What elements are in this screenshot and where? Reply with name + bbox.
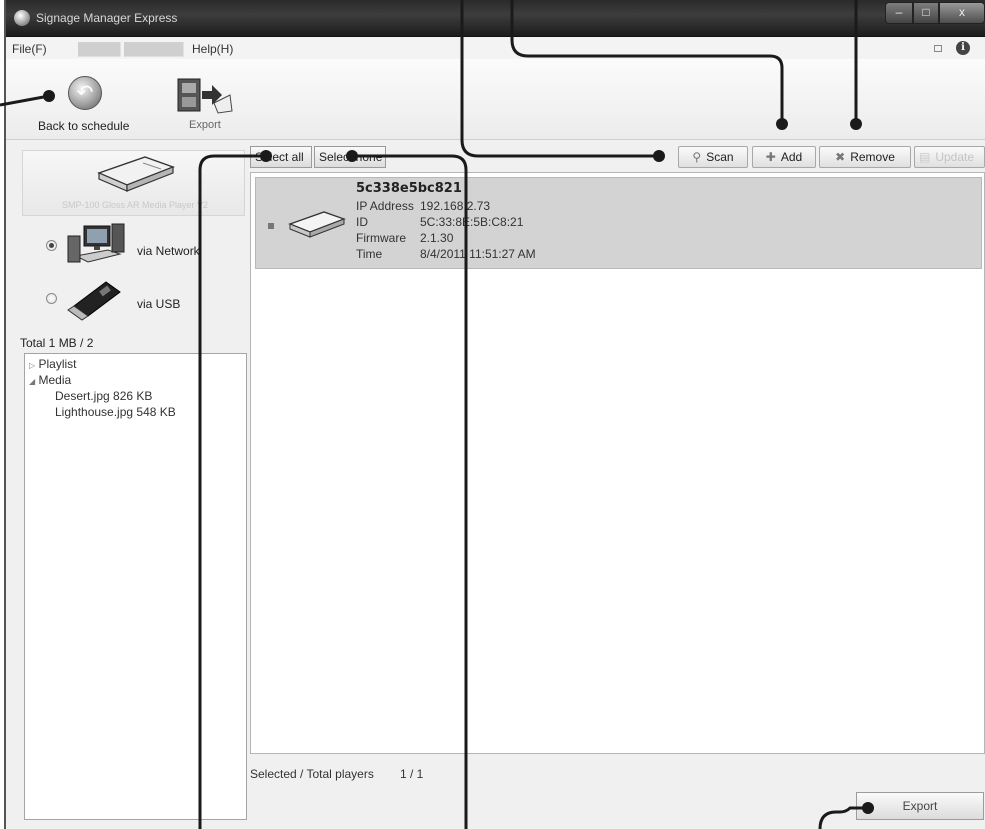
remove-icon: ✖ xyxy=(835,150,846,164)
players-count-label: Selected / Total players xyxy=(250,767,374,781)
player-row[interactable]: 5c338e5bc821 IP Address 192.168.2.73 ID … xyxy=(255,177,982,269)
right-panel: Select all Select none ⚲ Scan ✚ Add ✖ Remov… xyxy=(250,146,985,822)
player-model-label: SMP-100 Gloss AR Media Player V2 xyxy=(61,200,209,210)
app-logo-icon xyxy=(14,10,30,26)
player-name: 5c338e5bc821 xyxy=(356,181,462,196)
collapse-arrow-icon[interactable]: ◢ xyxy=(29,377,35,386)
select-none-button[interactable]: Select none xyxy=(314,146,386,168)
id-label: ID xyxy=(356,215,368,229)
usb-drive-icon xyxy=(67,281,121,321)
firmware-value: 2.1.30 xyxy=(420,231,454,245)
back-to-schedule-label[interactable]: Back to schedule xyxy=(38,119,129,133)
menu-hidden-1: █████ xyxy=(78,42,121,56)
menu-bar: File(F) █████ ███████ Help(H) i xyxy=(6,37,985,59)
maximize-button[interactable]: □ xyxy=(913,2,939,24)
window-title: Signage Manager Express xyxy=(36,11,178,25)
info-icon[interactable]: i xyxy=(956,41,970,55)
via-usb-label[interactable]: via USB xyxy=(137,297,180,311)
player-model-card[interactable]: SMP-100 Gloss AR Media Player V2 xyxy=(22,150,245,216)
via-usb-radio[interactable] xyxy=(46,293,57,304)
network-computer-icon xyxy=(67,223,125,263)
left-panel: SMP-100 Gloss AR Media Player V2 via Net… xyxy=(20,146,247,822)
ip-address-value: 192.168.2.73 xyxy=(420,199,491,213)
select-all-button[interactable]: Select all xyxy=(250,146,312,168)
ribbon: ↶ Back to schedule Export xyxy=(6,59,985,140)
status-indicator xyxy=(268,223,274,229)
tree-item-playlist[interactable]: ▷ Playlist xyxy=(29,357,77,371)
firmware-label: Firmware xyxy=(356,231,406,245)
tree-file[interactable]: Lighthouse.jpg 548 KB xyxy=(55,405,176,419)
update-button[interactable]: ▤ Update xyxy=(914,146,985,168)
media-player-icon xyxy=(97,156,175,192)
tree-item-media[interactable]: ◢ Media xyxy=(29,373,71,387)
app-window: Signage Manager Express – □ x File(F) ██… xyxy=(4,0,985,829)
via-network-radio[interactable] xyxy=(46,240,57,251)
content-tree[interactable]: ▷ Playlist ◢ Media Desert.jpg 826 KB Lig… xyxy=(24,353,247,820)
time-value: 8/4/2011 11:51:27 AM xyxy=(420,247,536,261)
search-icon: ⚲ xyxy=(692,150,702,164)
player-list[interactable]: 5c338e5bc821 IP Address 192.168.2.73 ID … xyxy=(250,172,985,754)
add-button[interactable]: ✚ Add xyxy=(752,146,816,168)
media-player-icon xyxy=(288,211,346,238)
export-ribbon-label[interactable]: Export xyxy=(189,119,221,131)
tree-file[interactable]: Desert.jpg 826 KB xyxy=(55,389,152,403)
export-button[interactable]: Export xyxy=(856,792,984,820)
close-button[interactable]: x xyxy=(939,2,985,24)
minimize-button[interactable]: – xyxy=(885,2,913,24)
title-bar[interactable]: Signage Manager Express – □ x xyxy=(6,0,985,37)
id-value: 5C:33:8E:5B:C8:21 xyxy=(420,215,524,229)
via-network-label[interactable]: via Network xyxy=(137,244,200,258)
total-size-label: Total 1 MB / 2 xyxy=(20,336,94,350)
back-arrow-icon[interactable]: ↶ xyxy=(68,76,102,110)
menu-file[interactable]: File(F) xyxy=(12,42,47,56)
remove-button[interactable]: ✖ Remove xyxy=(819,146,911,168)
ip-address-label: IP Address xyxy=(356,199,414,213)
menu-hidden-2: ███████ xyxy=(124,42,184,56)
update-icon: ▤ xyxy=(919,150,931,164)
export-icon[interactable] xyxy=(174,73,234,115)
players-count-value: 1 / 1 xyxy=(400,767,424,781)
radio-selected-dot xyxy=(49,243,54,248)
scan-button[interactable]: ⚲ Scan xyxy=(678,146,748,168)
time-label: Time xyxy=(356,247,383,261)
expand-arrow-icon[interactable]: ▷ xyxy=(29,361,35,370)
menu-help[interactable]: Help(H) xyxy=(192,42,233,56)
restore-ribbon-icon[interactable] xyxy=(934,45,942,52)
add-icon: ✚ xyxy=(765,150,776,164)
